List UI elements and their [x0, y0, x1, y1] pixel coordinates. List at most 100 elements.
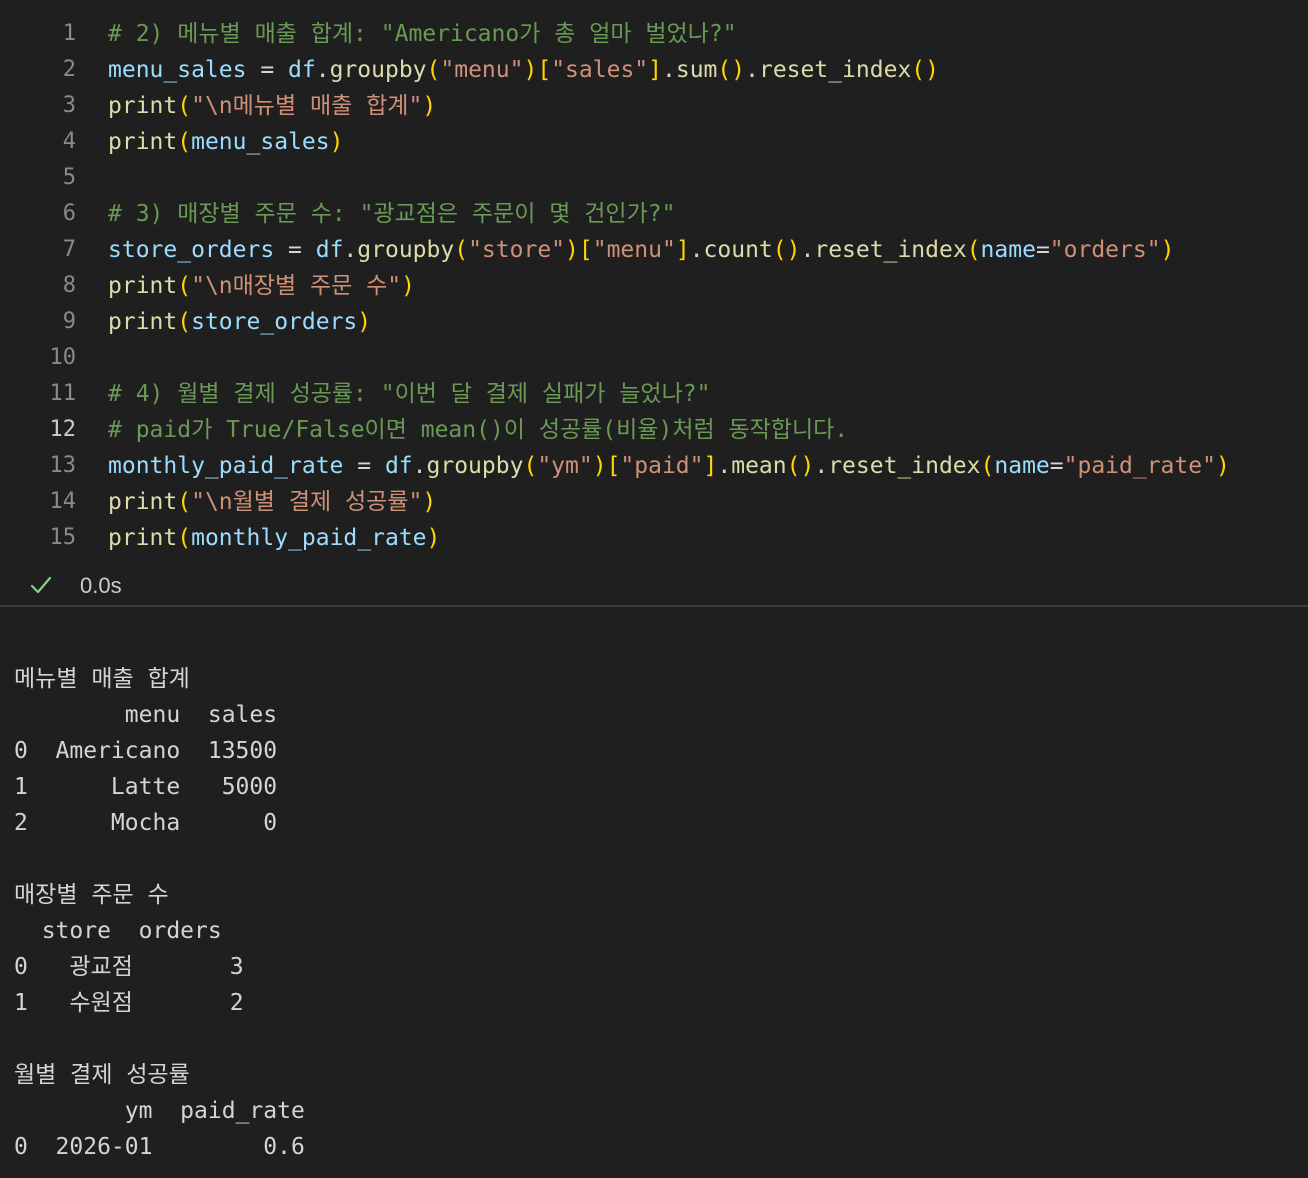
code-text[interactable]: print("\n메뉴별 매출 합계") — [108, 88, 436, 124]
code-token: monthly_paid_rate — [108, 453, 344, 479]
code-line[interactable]: 14 print("\n월별 결제 성공률") — [0, 484, 1308, 520]
code-token: print — [108, 489, 178, 515]
output-line: 1 수원점 2 — [14, 990, 244, 1016]
code-text[interactable]: print(monthly_paid_rate) — [108, 520, 440, 556]
code-token: . — [689, 237, 704, 263]
code-token: . — [745, 57, 759, 83]
code-token: "ym" — [537, 453, 593, 479]
code-token: df — [288, 57, 316, 83]
code-token: name — [994, 453, 1050, 479]
code-text[interactable]: print("\n매장별 주문 수") — [108, 268, 415, 304]
check-icon — [30, 576, 52, 594]
code-line[interactable]: 3 print("\n메뉴별 매출 합계") — [0, 88, 1308, 124]
line-number: 10 — [49, 345, 77, 370]
code-text[interactable]: # 2) 메뉴별 매출 합계: "Americano가 총 얼마 벌었나?" — [108, 16, 737, 52]
code-line[interactable]: 6 # 3) 매장별 주문 수: "광교점은 주문이 몇 건인가?" — [0, 196, 1308, 232]
code-token: # paid가 True/False이면 mean()이 성공률(비율)처럼 동… — [108, 417, 849, 443]
output-line: 0 2026-01 0.6 — [14, 1134, 305, 1160]
output-line: 월별 결제 성공률 — [14, 1062, 190, 1088]
code-text[interactable]: monthly_paid_rate = df.groupby("ym")["pa… — [108, 448, 1230, 484]
code-token: ( — [177, 129, 192, 155]
code-token: () — [717, 57, 746, 83]
code-line[interactable]: 10 — [0, 340, 1308, 376]
output-line: 매장별 주문 수 — [14, 882, 169, 908]
code-token: () — [911, 57, 939, 83]
code-token: ) — [1215, 453, 1230, 479]
code-text[interactable]: print(store_orders) — [108, 304, 371, 340]
code-token: name — [980, 237, 1036, 263]
code-token: . — [800, 237, 815, 263]
code-line[interactable]: 11 # 4) 월별 결제 성공률: "이번 달 결제 실패가 늘었나?" — [0, 376, 1308, 412]
code-line[interactable]: 4 print(menu_sales) — [0, 124, 1308, 160]
code-line[interactable]: 2 menu_sales = df.groupby("menu")["sales"… — [0, 52, 1308, 88]
code-token: [ — [537, 57, 552, 83]
code-token: menu_sales — [108, 57, 247, 83]
code-token: # 2) 메뉴별 매출 합계: "Americano가 총 얼마 벌었나?" — [108, 21, 737, 47]
output-line: 2 Mocha 0 — [14, 810, 278, 836]
output-line: ym paid_rate — [14, 1098, 305, 1124]
line-number: 4 — [62, 129, 76, 154]
line-number: 2 — [62, 57, 76, 82]
code-token: = — [1049, 453, 1064, 479]
code-token: print — [108, 93, 178, 119]
line-number: 14 — [49, 489, 77, 514]
code-token: ) — [422, 489, 437, 515]
code-line[interactable]: 7 store_orders = df.groupby("store")["men… — [0, 232, 1308, 268]
code-token: ( — [966, 237, 981, 263]
output-line: 0 광교점 3 — [14, 954, 244, 980]
code-text[interactable]: print(menu_sales) — [108, 124, 343, 160]
code-token: () — [786, 453, 815, 479]
code-token: monthly_paid_rate — [191, 525, 427, 551]
code-text[interactable]: store_orders = df.groupby("store")["menu… — [108, 232, 1174, 268]
code-line[interactable]: 9 print(store_orders) — [0, 304, 1308, 340]
code-token: ( — [177, 273, 192, 299]
code-text[interactable]: menu_sales = df.groupby("menu")["sales"]… — [108, 52, 939, 88]
code-token: "\n메뉴별 매출 합계" — [191, 93, 423, 119]
code-text[interactable]: print("\n월별 결제 성공률") — [108, 484, 436, 520]
code-token: ) — [422, 93, 437, 119]
code-token: print — [108, 309, 178, 335]
code-token: groupby — [357, 237, 455, 263]
code-editor[interactable]: 1 # 2) 메뉴별 매출 합계: "Americano가 총 얼마 벌었나?" 2… — [0, 0, 1308, 606]
code-token: ) — [329, 129, 344, 155]
code-text[interactable]: # paid가 True/False이면 mean()이 성공률(비율)처럼 동… — [108, 412, 848, 448]
code-token: reset_index — [758, 57, 912, 83]
line-number: 9 — [62, 309, 76, 334]
code-token: df — [384, 453, 413, 479]
code-line[interactable]: 15 print(monthly_paid_rate) — [0, 520, 1308, 556]
code-text[interactable]: # 4) 월별 결제 성공률: "이번 달 결제 실패가 늘었나?" — [108, 376, 710, 412]
execution-time: 0.0s — [80, 573, 122, 598]
code-line[interactable]: 8 print("\n매장별 주문 수") — [0, 268, 1308, 304]
line-number: 5 — [62, 165, 76, 190]
code-token: ( — [177, 489, 192, 515]
code-token: ) — [401, 273, 416, 299]
code-token: df — [315, 237, 344, 263]
code-token: # 4) 월별 결제 성공률: "이번 달 결제 실패가 늘었나?" — [108, 381, 711, 407]
code-token: [ — [578, 237, 593, 263]
code-line[interactable]: 12 # paid가 True/False이면 mean()이 성공률(비율)처럼… — [0, 412, 1308, 448]
code-line[interactable]: 13 monthly_paid_rate = df.groupby("ym")["… — [0, 448, 1308, 484]
code-token: ) — [565, 237, 579, 263]
code-token: "store" — [468, 237, 566, 263]
code-token: "orders" — [1049, 237, 1161, 263]
line-number: 3 — [62, 93, 76, 118]
line-number: 15 — [49, 525, 77, 550]
code-token: ( — [523, 453, 538, 479]
code-text[interactable]: # 3) 매장별 주문 수: "광교점은 주문이 몇 건인가?" — [108, 196, 675, 232]
code-token: menu_sales — [191, 129, 330, 155]
cell-output: 메뉴별 매출 합계 menu sales 0 Americano 13500 1 L… — [0, 607, 1308, 1178]
code-token: ( — [426, 57, 441, 83]
output-line: store orders — [14, 918, 222, 944]
line-number: 1 — [62, 21, 76, 46]
output-line: 메뉴별 매출 합계 — [14, 666, 190, 692]
code-token: print — [108, 273, 178, 299]
code-token: = — [1035, 237, 1050, 263]
code-token: reset_index — [828, 453, 981, 479]
code-token: "\n매장별 주문 수" — [191, 273, 402, 299]
code-token: "menu" — [440, 57, 524, 83]
code-token: ) — [1160, 237, 1175, 263]
code-token: . — [717, 453, 732, 479]
code-token: groupby — [426, 453, 524, 479]
code-line[interactable]: 5 — [0, 160, 1308, 196]
code-line[interactable]: 1 # 2) 메뉴별 매출 합계: "Americano가 총 얼마 벌었나?" — [0, 16, 1308, 52]
